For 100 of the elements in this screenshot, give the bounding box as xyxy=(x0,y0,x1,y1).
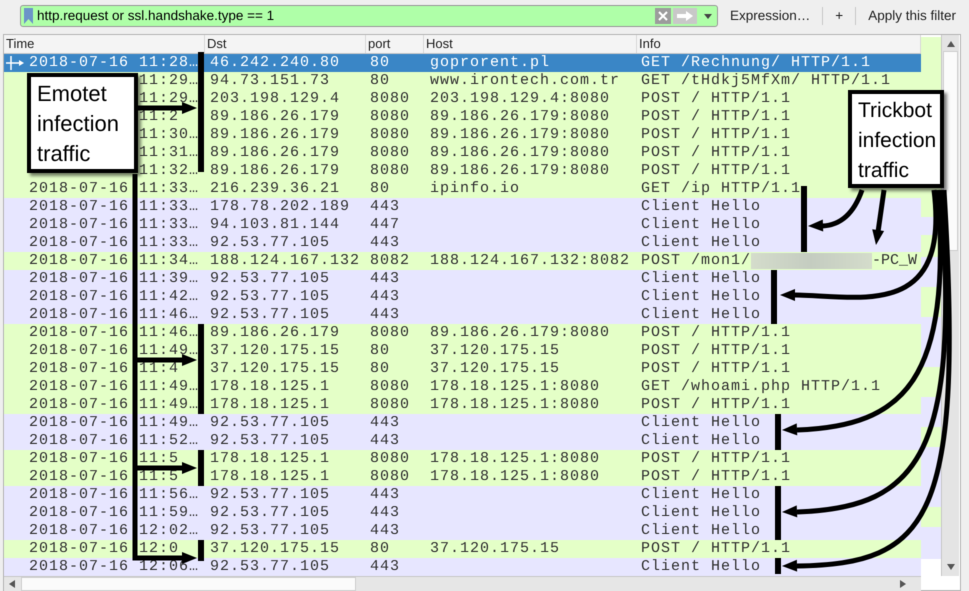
packet-row[interactable]: 2018-07-16 11:34… 188.124.167.132 8082 188.124.167.132:8082 POST /mon1/ -PC_W xyxy=(4,252,921,270)
bookmark-icon[interactable] xyxy=(24,8,33,24)
table-cell: POST / HTTP/1.1 xyxy=(641,468,792,486)
table-cell: GET /tHdkj5MfXm/ HTTP/1.1 xyxy=(641,72,892,90)
table-cell: 37.120.175.15 xyxy=(210,360,340,378)
time-text: 11:30… xyxy=(139,126,200,144)
filter-field[interactable]: http.request or ssl.handshake.type == 1 xyxy=(20,5,718,27)
packet-row[interactable]: 2018-07-16 11:33… 178.78.202.189 443 Client Hello xyxy=(4,198,921,216)
table-cell: 92.53.77.105 xyxy=(210,486,330,504)
time-text: 11:29… xyxy=(139,90,200,108)
time-text: 11:56… xyxy=(139,486,200,504)
packet-row[interactable]: 2018-07-16 11:49… 37.120.175.15 80 37.120.175.15 POST / HTTP/1.1 xyxy=(4,342,921,360)
table-cell: 80 xyxy=(370,180,390,198)
table-cell: 89.186.26.179:8080 xyxy=(430,144,610,162)
horizontal-scrollbar[interactable] xyxy=(4,576,921,591)
packet-row[interactable]: 2018-07-16 11:49… 92.53.77.105 443 Client Hello xyxy=(4,414,921,432)
dropdown-caret-icon[interactable] xyxy=(704,14,712,18)
table-cell: 94.73.151.73 xyxy=(210,72,330,90)
table-cell: www.irontech.com.tr xyxy=(430,72,620,90)
table-cell: 89.186.26.179:8080 xyxy=(430,126,610,144)
table-cell: 188.124.167.132 xyxy=(210,252,360,270)
table-cell: Client Hello xyxy=(641,486,762,504)
time-text: 11:33… xyxy=(139,216,200,234)
scroll-left-icon[interactable] xyxy=(9,580,15,588)
packet-row[interactable]: 2018-07-16 11:49… 178.18.125.1 8080 178.18.125.1:8080 GET /whoami.php HTTP/1.1 xyxy=(4,378,921,396)
date-text: 2018-07-16 xyxy=(29,540,130,557)
scrollbar-thumb[interactable] xyxy=(21,577,356,591)
table-cell: POST /mon1/ xyxy=(641,252,752,270)
filter-text: http.request or ssl.handshake.type == 1 xyxy=(37,6,274,25)
table-cell: 443 xyxy=(370,486,400,504)
table-cell: 443 xyxy=(370,270,400,288)
table-cell: Client Hello xyxy=(641,216,762,234)
date-text: 2018-07-16 xyxy=(29,288,130,305)
table-cell: 178.18.125.1 xyxy=(210,396,330,414)
time-text: 11:33… xyxy=(139,198,200,216)
table-cell: Client Hello xyxy=(641,504,762,522)
packet-row[interactable]: 2018-07-16 11:5 178.18.125.1 8080 178.18.125.1:8080 POST / HTTP/1.1 xyxy=(4,450,921,468)
time-text: 11:39… xyxy=(139,270,200,288)
packet-row[interactable]: 2018-07-16 11:42… 92.53.77.105 443 Client Hello xyxy=(4,288,921,306)
packet-row[interactable]: 2018-07-16 11:59… 92.53.77.105 443 Client Hello xyxy=(4,504,921,522)
date-text: 2018-07-16 xyxy=(29,414,130,431)
table-cell: 80 xyxy=(370,72,390,90)
packet-row[interactable]: 2018-07-16 11:52… 92.53.77.105 443 Client Hello xyxy=(4,432,921,450)
column-header[interactable]: Info xyxy=(639,35,661,53)
table-cell: 178.18.125.1 xyxy=(210,468,330,486)
table-cell: 92.53.77.105 xyxy=(210,234,330,252)
table-cell: 92.53.77.105 xyxy=(210,522,330,540)
packet-row[interactable]: 2018-07-16 11:33… 94.103.81.144 447 Client Hello xyxy=(4,216,921,234)
time-text: 11:46… xyxy=(139,306,200,324)
date-text: 2018-07-16 xyxy=(29,378,130,395)
table-cell: 80 xyxy=(370,360,390,378)
table-cell: GET /ip HTTP/1.1 xyxy=(641,180,802,198)
scroll-up-icon[interactable] xyxy=(946,41,954,47)
table-cell: Client Hello xyxy=(641,558,762,576)
table-cell: POST / HTTP/1.1 xyxy=(641,360,792,378)
time-text: 11:32… xyxy=(139,162,200,180)
packet-row[interactable]: 2018-07-16 11:46… 89.186.26.179 8080 89.186.26.179:8080 POST / HTTP/1.1 xyxy=(4,324,921,342)
date-text: 2018-07-16 xyxy=(29,198,130,215)
column-header[interactable]: Host xyxy=(426,35,453,53)
packet-row[interactable]: 2018-07-16 11:33… 92.53.77.105 443 Client Hello xyxy=(4,234,921,252)
clear-icon[interactable] xyxy=(655,8,671,24)
time-text: 11:59… xyxy=(139,504,200,522)
packet-row[interactable]: 2018-07-16 11:33… 216.239.36.21 80 ipinfo.io GET /ip HTTP/1.1 xyxy=(4,180,921,198)
table-cell: 92.53.77.105 xyxy=(210,288,330,306)
packet-row[interactable]: 2018-07-16 11:56… 92.53.77.105 443 Client Hello xyxy=(4,486,921,504)
bracket-bar xyxy=(198,540,204,561)
table-cell: 80 xyxy=(370,342,390,360)
date-text: 2018-07-16 xyxy=(29,216,130,233)
table-cell: POST / HTTP/1.1 xyxy=(641,324,792,342)
table-cell: 216.239.36.21 xyxy=(210,180,340,198)
date-text: 2018-07-16 xyxy=(29,180,130,197)
table-cell: 8080 xyxy=(370,126,410,144)
table-cell: 178.18.125.1:8080 xyxy=(430,468,600,486)
add-button[interactable]: + xyxy=(833,6,846,26)
table-cell: 443 xyxy=(370,288,400,306)
packet-row[interactable]: 2018-07-16 11:39… 92.53.77.105 443 Client Hello xyxy=(4,270,921,288)
date-text: 2018-07-16 xyxy=(29,486,130,503)
packet-row[interactable]: 2018-07-16 11:28… 46.242.240.80 80 goprorent.pl GET /Rechnung/ HTTP/1.1 xyxy=(4,54,921,72)
date-text: 2018-07-16 xyxy=(29,450,130,467)
expression-button[interactable]: Expression… xyxy=(728,6,812,26)
packet-row[interactable]: 2018-07-16 12:02… 92.53.77.105 443 Client Hello xyxy=(4,522,921,540)
scroll-right-icon[interactable] xyxy=(900,580,906,588)
bracket-bar xyxy=(771,270,777,324)
table-cell: 8080 xyxy=(370,108,410,126)
packet-row[interactable]: 2018-07-16 11:4 37.120.175.15 80 37.120.175.15 POST / HTTP/1.1 xyxy=(4,360,921,378)
column-header[interactable]: port xyxy=(368,35,390,53)
packet-row[interactable]: 2018-07-16 11:46… 92.53.77.105 443 Client Hello xyxy=(4,306,921,324)
table-cell: 203.198.129.4:8080 xyxy=(430,90,610,108)
table-cell: POST / HTTP/1.1 xyxy=(641,126,792,144)
table-cell: 80 xyxy=(370,54,390,72)
table-cell: Client Hello xyxy=(641,432,762,450)
table-cell: 37.120.175.15 xyxy=(430,540,560,558)
packet-row[interactable]: 2018-07-16 12:0 37.120.175.15 80 37.120.175.15 POST / HTTP/1.1 xyxy=(4,540,921,558)
packet-row[interactable]: 2018-07-16 11:49… 178.18.125.1 8080 178.18.125.1:8080 POST / HTTP/1.1 xyxy=(4,396,921,414)
column-header[interactable]: Time xyxy=(6,35,34,53)
table-cell: Client Hello xyxy=(641,270,762,288)
column-header[interactable]: Dst xyxy=(207,35,226,53)
table-cell: 8080 xyxy=(370,162,410,180)
scroll-down-icon[interactable] xyxy=(946,564,954,570)
apply-filter-button[interactable]: Apply this filter xyxy=(866,6,958,26)
